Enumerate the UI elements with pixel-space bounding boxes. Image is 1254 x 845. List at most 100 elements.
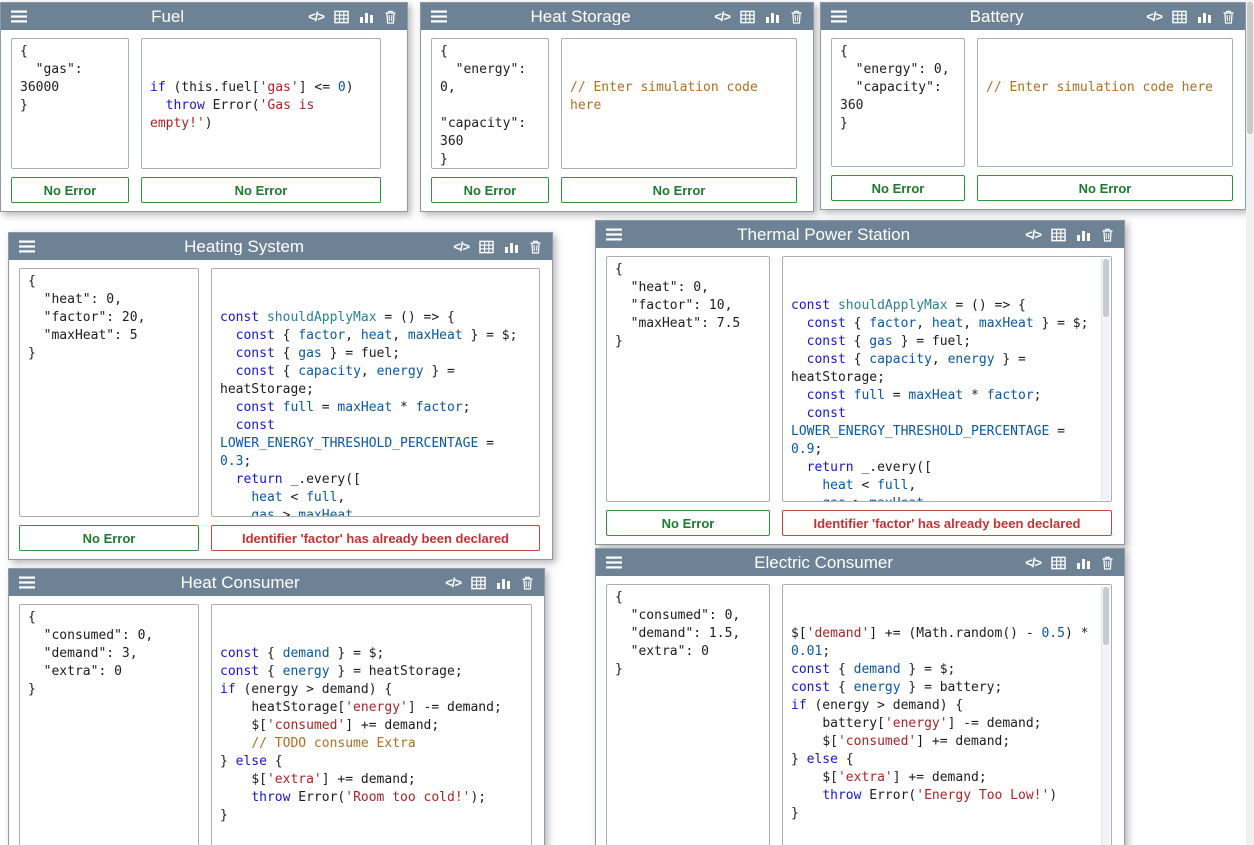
code-editor[interactable]: const shouldApplyMax = () => { const { f… — [782, 256, 1112, 502]
code-content: const shouldApplyMax = () => { const { f… — [791, 297, 1099, 502]
code-editor[interactable]: // Enter simulation code here — [561, 38, 797, 169]
status-no-error: No Error — [19, 525, 199, 551]
panel-title: Fuel — [35, 8, 300, 25]
menu-icon[interactable] — [19, 240, 35, 253]
state-editor[interactable]: { "gas": 36000 } — [11, 38, 129, 169]
status-no-error: No Error — [11, 177, 129, 203]
code-view-icon[interactable]: </> — [1025, 228, 1041, 241]
table-view-icon[interactable] — [1172, 10, 1187, 24]
menu-icon[interactable] — [831, 10, 847, 23]
panel-title: Battery — [855, 8, 1138, 25]
status-no-error: No Error — [431, 177, 549, 203]
chart-view-icon[interactable] — [1076, 556, 1091, 570]
panel-title: Heating System — [43, 238, 445, 255]
status-no-error: No Error — [141, 177, 381, 203]
code-view-icon[interactable]: </> — [308, 10, 324, 23]
table-view-icon[interactable] — [1051, 556, 1066, 570]
menu-icon[interactable] — [606, 228, 622, 241]
chart-view-icon[interactable] — [496, 576, 511, 590]
page-scrollbar-thumb[interactable] — [1247, 2, 1253, 134]
panel-header: Fuel </> — [1, 3, 407, 30]
status-row: No ErrorIdentifier 'factor' has already … — [9, 517, 552, 559]
panel-header-actions: </> — [714, 10, 803, 24]
panel-fuel: Fuel </> — [0, 2, 408, 212]
code-editor-scrollbar-thumb[interactable] — [1103, 587, 1109, 645]
code-editor-scrollbar[interactable] — [1101, 258, 1110, 500]
trash-icon[interactable] — [790, 10, 803, 24]
code-editor-scrollbar-thumb[interactable] — [1103, 259, 1109, 317]
panel-header-actions: </> — [1025, 556, 1114, 570]
status-no-error: No Error — [561, 177, 797, 203]
page-scrollbar[interactable] — [1246, 0, 1254, 845]
trash-icon[interactable] — [384, 10, 397, 24]
code-content: $['demand'] += (Math.random() - 0.5) * 0… — [791, 625, 1099, 823]
code-view-icon[interactable]: </> — [1146, 10, 1162, 23]
code-view-icon[interactable]: </> — [1025, 556, 1041, 569]
panel-body: { "energy": 0, "capacity": 360 } // Ente… — [821, 30, 1245, 167]
chart-view-icon[interactable] — [1076, 228, 1091, 242]
code-content: if (this.fuel['gas'] <= 0) throw Error('… — [150, 79, 372, 133]
menu-icon[interactable] — [431, 10, 447, 23]
panel-title: Electric Consumer — [630, 554, 1017, 571]
state-editor[interactable]: { "consumed": 0, "demand": 3, "extra": 0… — [19, 604, 199, 845]
state-editor[interactable]: { "energy": 0, "capacity": 360 } — [431, 38, 549, 169]
chart-view-icon[interactable] — [359, 10, 374, 24]
table-view-icon[interactable] — [1051, 228, 1066, 242]
status-row: No ErrorNo Error — [821, 167, 1245, 209]
table-view-icon[interactable] — [740, 10, 755, 24]
panel-header-actions: </> — [1025, 228, 1114, 242]
table-view-icon[interactable] — [334, 10, 349, 24]
code-view-icon[interactable]: </> — [445, 576, 461, 589]
panel-heat-consumer: Heat Consumer </> — [8, 568, 545, 845]
menu-icon[interactable] — [11, 10, 27, 23]
simulation-workspace: Fuel </> — [0, 0, 1254, 845]
status-row: No Error No Error — [421, 169, 813, 211]
code-content: // Enter simulation code here — [570, 79, 788, 115]
panel-header: Heat Storage </> — [421, 3, 813, 30]
status-row: No ErrorIdentifier 'factor' has already … — [596, 502, 1124, 544]
code-editor[interactable]: $['demand'] += (Math.random() - 0.5) * 0… — [782, 584, 1112, 845]
code-content: // Enter simulation code here — [986, 79, 1224, 97]
panel-body: { "heat": 0, "factor": 10, "maxHeat": 7.… — [596, 248, 1124, 502]
table-view-icon[interactable] — [479, 240, 494, 254]
table-view-icon[interactable] — [471, 576, 486, 590]
menu-icon[interactable] — [606, 556, 622, 569]
chart-view-icon[interactable] — [1197, 10, 1212, 24]
code-editor[interactable]: // Enter simulation code here — [977, 38, 1233, 167]
code-content: const shouldApplyMax = () => { const { f… — [220, 309, 531, 517]
code-editor-scrollbar[interactable] — [1101, 586, 1110, 845]
status-no-error: No Error — [831, 175, 965, 201]
trash-icon[interactable] — [529, 240, 542, 254]
panel-title: Heat Consumer — [43, 574, 437, 591]
panel-header: Heat Consumer </> — [9, 569, 544, 596]
panel-header-actions: </> — [445, 576, 534, 590]
state-editor[interactable]: { "energy": 0, "capacity": 360 } — [831, 38, 965, 167]
code-view-icon[interactable]: </> — [714, 10, 730, 23]
code-editor[interactable]: const { demand } = $; const { energy } =… — [211, 604, 532, 845]
panel-heating-system: Heating System </> — [8, 232, 553, 560]
panel-header: Thermal Power Station </> — [596, 221, 1124, 248]
panel-header: Heating System </> — [9, 233, 552, 260]
code-editor[interactable]: const shouldApplyMax = () => { const { f… — [211, 268, 540, 517]
status-row: No Error No Error — [1, 169, 407, 211]
panel-title: Heat Storage — [455, 8, 706, 25]
panel-header-actions: </> — [1146, 10, 1235, 24]
panel-header-actions: </> — [453, 240, 542, 254]
trash-icon[interactable] — [1101, 228, 1114, 242]
panel-body: { "consumed": 0, "demand": 1.5, "extra":… — [596, 576, 1124, 845]
panel-body: { "energy": 0, "capacity": 360 } // Ente… — [421, 30, 813, 169]
trash-icon[interactable] — [521, 576, 534, 590]
chart-view-icon[interactable] — [504, 240, 519, 254]
trash-icon[interactable] — [1222, 10, 1235, 24]
menu-icon[interactable] — [19, 576, 35, 589]
state-editor[interactable]: { "heat": 0, "factor": 10, "maxHeat": 7.… — [606, 256, 770, 502]
trash-icon[interactable] — [1101, 556, 1114, 570]
state-editor[interactable]: { "consumed": 0, "demand": 1.5, "extra":… — [606, 584, 770, 845]
state-editor[interactable]: { "heat": 0, "factor": 20, "maxHeat": 5 … — [19, 268, 199, 517]
code-editor[interactable]: if (this.fuel['gas'] <= 0) throw Error('… — [141, 38, 381, 169]
code-view-icon[interactable]: </> — [453, 240, 469, 253]
chart-view-icon[interactable] — [765, 10, 780, 24]
panel-body: { "consumed": 0, "demand": 3, "extra": 0… — [9, 596, 544, 845]
panel-battery: Battery </> — [820, 2, 1246, 210]
panel-heat-storage: Heat Storage </> — [420, 2, 814, 212]
